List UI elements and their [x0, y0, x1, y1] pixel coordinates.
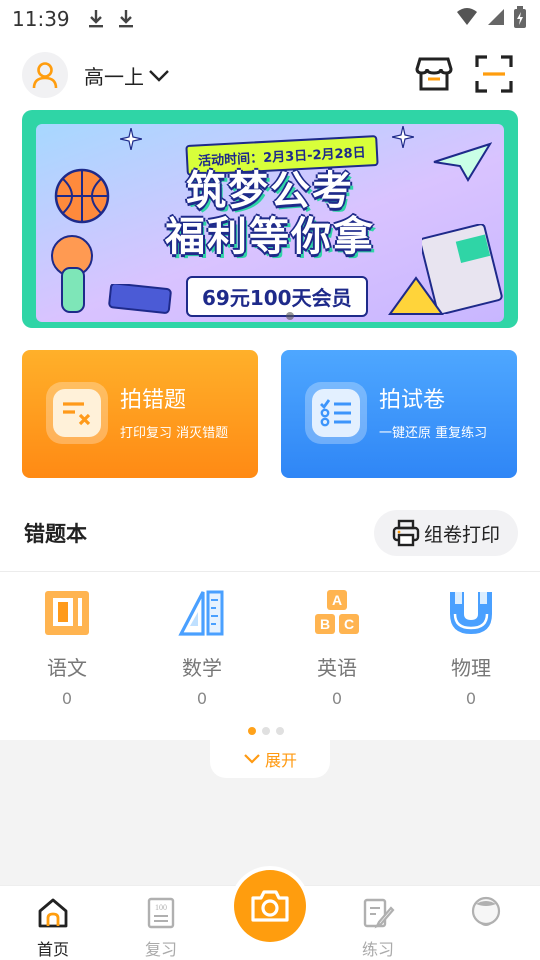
store-button[interactable]	[412, 52, 456, 96]
subject-name: 数学	[182, 656, 222, 680]
home-icon	[38, 898, 68, 928]
banner-offer: 69元100天会员	[186, 276, 368, 317]
scan-icon	[475, 55, 513, 93]
sparkle-icon	[392, 126, 414, 148]
user-icon	[32, 62, 58, 89]
subject-count: 0	[61, 689, 73, 708]
chevron-down-icon	[149, 69, 169, 82]
download-icon	[118, 10, 133, 28]
grade-selector[interactable]: 高一上	[84, 61, 170, 90]
banner-page-dot	[286, 312, 294, 320]
user-avatar[interactable]	[22, 52, 68, 98]
svg-text:100: 100	[155, 903, 167, 912]
sparkle-icon	[120, 128, 142, 150]
subject-math[interactable]: 数学 0	[157, 588, 247, 708]
status-downloads	[88, 9, 134, 29]
subject-name: 英语	[317, 656, 357, 680]
phone-icon	[108, 284, 172, 314]
svg-text:C: C	[344, 616, 354, 632]
subject-count: 0	[465, 689, 477, 708]
checklist-icon	[312, 389, 360, 437]
print-label: 组卷打印	[423, 523, 500, 546]
subject-name: 语文	[47, 656, 87, 680]
subject-count: 0	[196, 689, 208, 708]
pager-dot-active	[248, 727, 256, 735]
pager-dot	[262, 727, 270, 735]
wifi-icon	[457, 8, 477, 25]
practice-icon	[363, 898, 395, 929]
tab-label: 复习	[144, 940, 177, 959]
grade-label: 高一上	[84, 65, 144, 89]
chevron-down-icon	[244, 754, 260, 764]
subject-physics[interactable]: 物理 0	[426, 588, 516, 708]
tab-profile[interactable]	[451, 896, 521, 936]
book-icon	[45, 591, 89, 635]
tab-label: 练习	[361, 940, 394, 959]
compose-print-button[interactable]: 组卷打印	[374, 510, 518, 556]
status-bar: 11:39	[0, 0, 540, 38]
camera-button-inner	[234, 870, 306, 942]
card-title: 拍错题	[120, 388, 187, 413]
subject-name: 物理	[451, 656, 491, 680]
svg-text:A: A	[332, 592, 342, 608]
snap-paper-card[interactable]: 拍试卷 一键还原 重复练习	[281, 350, 517, 478]
subject-pager	[248, 727, 284, 735]
review-icon: 100	[147, 897, 175, 929]
snap-mistake-card[interactable]: 拍错题 打印复习 消灭错题	[22, 350, 258, 478]
card-icon-wrap	[46, 382, 108, 444]
card-title: 拍试卷	[379, 388, 446, 413]
status-time: 11:39	[12, 7, 70, 31]
banner-art: 活动时间：2月3日-2月28日 筑梦公考 福利等你拿 69元100天会员	[36, 124, 504, 322]
basketball-icon	[54, 168, 110, 224]
tab-review[interactable]: 100 复习	[126, 896, 196, 960]
scan-button[interactable]	[472, 52, 516, 96]
store-icon	[415, 57, 453, 91]
svg-text:B: B	[320, 616, 330, 632]
divider	[0, 571, 540, 572]
tab-practice[interactable]: 练习	[343, 896, 413, 960]
subject-english[interactable]: A B C 英语 0	[292, 588, 382, 708]
signal-icon	[488, 9, 504, 25]
subject-chinese[interactable]: 语文 0	[22, 588, 112, 708]
expand-button[interactable]: 展开	[210, 740, 330, 778]
status-indicators	[456, 6, 526, 28]
tab-home[interactable]: 首页	[18, 896, 88, 960]
card-subtitle: 打印复习 消灭错题	[120, 426, 229, 441]
magnet-icon	[450, 592, 492, 634]
camera-icon	[251, 890, 289, 922]
pager-dot	[276, 727, 284, 735]
profile-icon	[471, 896, 501, 926]
tab-label: 首页	[36, 940, 69, 959]
card-subtitle: 一键还原 重复练习	[379, 426, 488, 441]
banner-title-line1: 筑梦公考	[186, 168, 354, 214]
paper-plane-icon	[433, 142, 492, 182]
subject-count: 0	[331, 689, 343, 708]
abc-blocks-icon: A B C	[315, 590, 359, 634]
top-header: 高一上	[0, 48, 540, 104]
ruler-triangle-icon	[388, 276, 444, 315]
download-icon	[88, 10, 103, 28]
mistake-doc-icon	[53, 389, 101, 437]
ruler-icon	[178, 590, 224, 636]
section-title: 错题本	[24, 522, 87, 546]
expand-label: 展开	[264, 751, 297, 770]
banner-title: 筑梦公考 福利等你拿	[160, 168, 380, 260]
promo-banner[interactable]: 活动时间：2月3日-2月28日 筑梦公考 福利等你拿 69元100天会员	[22, 110, 518, 328]
card-icon-wrap	[305, 382, 367, 444]
battery-icon	[514, 6, 526, 28]
printer-icon	[392, 519, 420, 547]
camera-button[interactable]	[230, 866, 310, 946]
hand-icon	[51, 235, 93, 313]
banner-title-line2: 福利等你拿	[165, 214, 375, 260]
